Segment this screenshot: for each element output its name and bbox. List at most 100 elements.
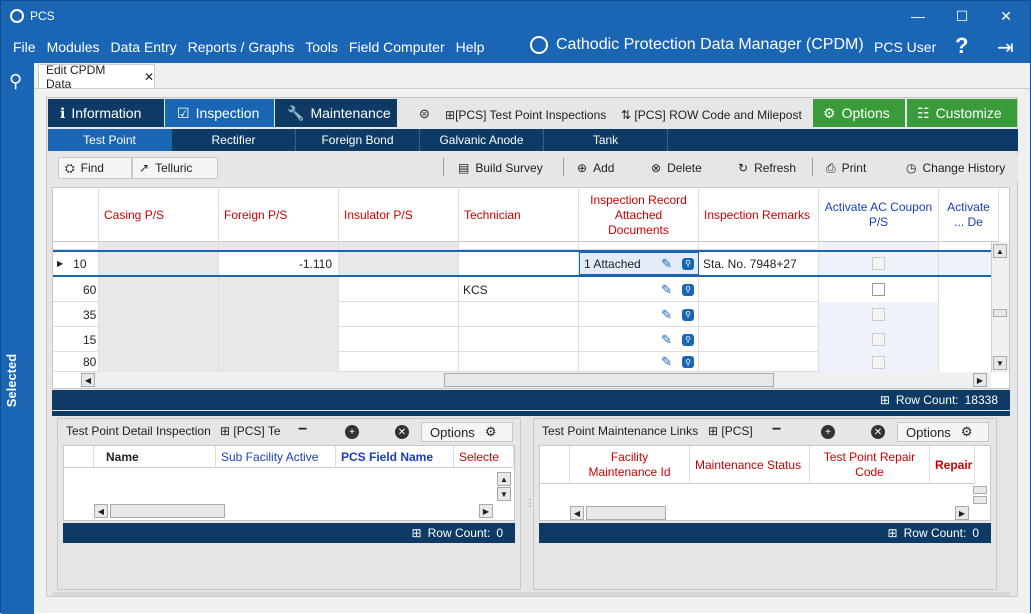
casing-cell[interactable] bbox=[99, 352, 219, 372]
foreign-cell[interactable] bbox=[219, 352, 339, 372]
pencil-icon[interactable]: ✎ bbox=[661, 256, 672, 272]
scroll-right-button[interactable]: ▶ bbox=[955, 506, 969, 520]
close-button[interactable]: ✕ bbox=[984, 1, 1028, 31]
scroll-left-button[interactable]: ◀ bbox=[570, 506, 584, 520]
refresh-button[interactable]: ↻ Refresh bbox=[732, 157, 802, 179]
casing-cell[interactable] bbox=[99, 277, 219, 302]
plus-circle-icon[interactable]: + bbox=[821, 425, 835, 439]
foreign-cell[interactable] bbox=[219, 327, 339, 352]
technician-cell[interactable] bbox=[459, 327, 579, 352]
insulator-cell[interactable] bbox=[339, 252, 459, 275]
x-circle-icon[interactable]: ✕ bbox=[395, 425, 409, 439]
options-button[interactable]: Options ⚙ bbox=[897, 422, 989, 442]
menu-file[interactable]: File bbox=[13, 39, 36, 55]
scroll-down-button[interactable]: ▼ bbox=[497, 487, 511, 501]
technician-cell[interactable] bbox=[459, 302, 579, 327]
menu-field-computer[interactable]: Field Computer bbox=[349, 39, 445, 55]
magnify-icon[interactable]: ⚲ bbox=[682, 333, 694, 346]
scroll-up-button[interactable] bbox=[973, 486, 987, 494]
checkbox[interactable] bbox=[872, 257, 885, 270]
view-selector[interactable]: ⊞ [PCS] Te bbox=[220, 424, 280, 438]
col-sub-facility-active[interactable]: Sub Facility Active bbox=[216, 446, 336, 468]
splitter-handle[interactable] bbox=[52, 411, 1010, 416]
col-repair[interactable]: Repair bbox=[930, 446, 975, 484]
x-circle-icon[interactable]: ✕ bbox=[871, 425, 885, 439]
logout-icon[interactable]: ⇥ bbox=[997, 35, 1014, 60]
attached-cell[interactable]: ✎ ⚲ bbox=[579, 352, 699, 372]
insulator-cell[interactable] bbox=[339, 302, 459, 327]
ac-coupon-cell[interactable] bbox=[819, 352, 939, 372]
technician-cell[interactable] bbox=[459, 252, 579, 275]
checkbox[interactable] bbox=[872, 283, 885, 296]
magnify-icon[interactable]: ⚲ bbox=[682, 283, 694, 296]
telluric-button[interactable]: ↗ Telluric bbox=[132, 157, 218, 179]
attached-cell[interactable]: ✎ ⚲ bbox=[579, 327, 699, 352]
foreign-cell[interactable]: -1.110 bbox=[219, 252, 339, 275]
add-button[interactable]: ⊕ Add bbox=[571, 157, 620, 179]
col-inspection-remarks[interactable]: Inspection Remarks bbox=[699, 188, 819, 242]
build-survey-button[interactable]: ▤ Build Survey bbox=[452, 157, 549, 179]
magnify-icon[interactable]: ⚲ bbox=[682, 356, 694, 368]
menu-reports-graphs[interactable]: Reports / Graphs bbox=[188, 39, 295, 55]
col-name[interactable]: Name bbox=[94, 446, 216, 468]
ac-coupon-cell[interactable] bbox=[819, 327, 939, 352]
tab-galvanic-anode[interactable]: Galvanic Anode bbox=[420, 129, 544, 151]
tab-foreign-bond[interactable]: Foreign Bond bbox=[296, 129, 420, 151]
remarks-cell[interactable]: Sta. No. 7948+27 bbox=[699, 252, 819, 275]
scroll-right-button[interactable]: ▶ bbox=[479, 504, 493, 518]
insulator-cell[interactable] bbox=[339, 277, 459, 302]
view-selector[interactable]: ⊞ [PCS] bbox=[708, 424, 760, 438]
remarks-cell[interactable] bbox=[699, 352, 819, 372]
scroll-right-button[interactable]: ▶ bbox=[973, 373, 987, 387]
casing-cell[interactable] bbox=[99, 302, 219, 327]
menu-help[interactable]: Help bbox=[456, 39, 485, 55]
scroll-left-button[interactable]: ◀ bbox=[81, 373, 95, 387]
ac-coupon-cell[interactable] bbox=[819, 277, 939, 302]
tab-information[interactable]: ℹ Information bbox=[48, 99, 164, 127]
scroll-up-button[interactable]: ▲ bbox=[993, 244, 1007, 258]
col-technician[interactable]: Technician bbox=[459, 188, 579, 242]
tab-maintenance[interactable]: 🔧 Maintenance bbox=[275, 99, 397, 127]
remarks-cell[interactable] bbox=[699, 327, 819, 352]
pencil-icon[interactable]: ✎ bbox=[661, 282, 672, 298]
print-button[interactable]: ⎙ Print bbox=[820, 157, 872, 179]
table-row[interactable]: 35 ✎ ⚲ bbox=[53, 302, 939, 327]
ac-coupon-cell[interactable] bbox=[819, 302, 939, 327]
maximize-button[interactable]: ☐ bbox=[940, 1, 984, 31]
ac-coupon-cell[interactable] bbox=[819, 252, 939, 275]
vertical-splitter[interactable]: ⋮ bbox=[525, 498, 535, 518]
technician-cell[interactable] bbox=[459, 352, 579, 372]
casing-cell[interactable] bbox=[99, 252, 219, 275]
remarks-cell[interactable] bbox=[699, 302, 819, 327]
customize-button[interactable]: ☷ Customize bbox=[907, 99, 1017, 127]
tab-tank[interactable]: Tank bbox=[544, 129, 668, 151]
menu-modules[interactable]: Modules bbox=[47, 39, 100, 55]
scroll-thumb[interactable] bbox=[993, 309, 1007, 317]
table-row[interactable] bbox=[53, 242, 939, 250]
foreign-cell[interactable] bbox=[219, 302, 339, 327]
col-attached-documents[interactable]: Inspection Record Attached Documents bbox=[579, 188, 699, 242]
scroll-left-button[interactable]: ◀ bbox=[94, 504, 108, 518]
tab-test-point[interactable]: Test Point bbox=[48, 129, 172, 151]
vertical-scrollbar[interactable]: ▲ ▼ bbox=[991, 242, 1009, 372]
doc-tab-edit-cpdm[interactable]: Edit CPDM Data ✕ bbox=[38, 63, 155, 91]
col-activate-de[interactable]: Activate ... De bbox=[939, 188, 999, 242]
table-row[interactable]: 80 ✎ ⚲ bbox=[53, 352, 939, 372]
scroll-up-button[interactable]: ▲ bbox=[497, 472, 511, 486]
checkbox[interactable] bbox=[872, 308, 885, 321]
checkbox[interactable] bbox=[872, 333, 885, 346]
insulator-cell[interactable] bbox=[339, 352, 459, 372]
col-pcs-field-name[interactable]: PCS Field Name bbox=[336, 446, 454, 468]
magnify-icon[interactable]: ⚲ bbox=[682, 308, 694, 321]
change-history-button[interactable]: ◷ Change History bbox=[900, 157, 1011, 179]
search-icon[interactable]: ⚲ bbox=[9, 71, 22, 92]
close-tab-icon[interactable]: ✕ bbox=[144, 70, 154, 84]
minimize-button[interactable]: — bbox=[896, 1, 940, 31]
table-row[interactable]: 60 KCS ✎ ⚲ bbox=[53, 277, 939, 302]
col-insulator-ps[interactable]: Insulator P/S bbox=[339, 188, 459, 242]
remarks-cell[interactable] bbox=[699, 277, 819, 302]
col-facility-maintenance-id[interactable]: Facility Maintenance Id bbox=[570, 446, 690, 484]
col-casing-ps[interactable]: Casing P/S bbox=[99, 188, 219, 242]
options-button[interactable]: ⚙ Options bbox=[813, 99, 905, 127]
pencil-icon[interactable]: ✎ bbox=[661, 332, 672, 348]
